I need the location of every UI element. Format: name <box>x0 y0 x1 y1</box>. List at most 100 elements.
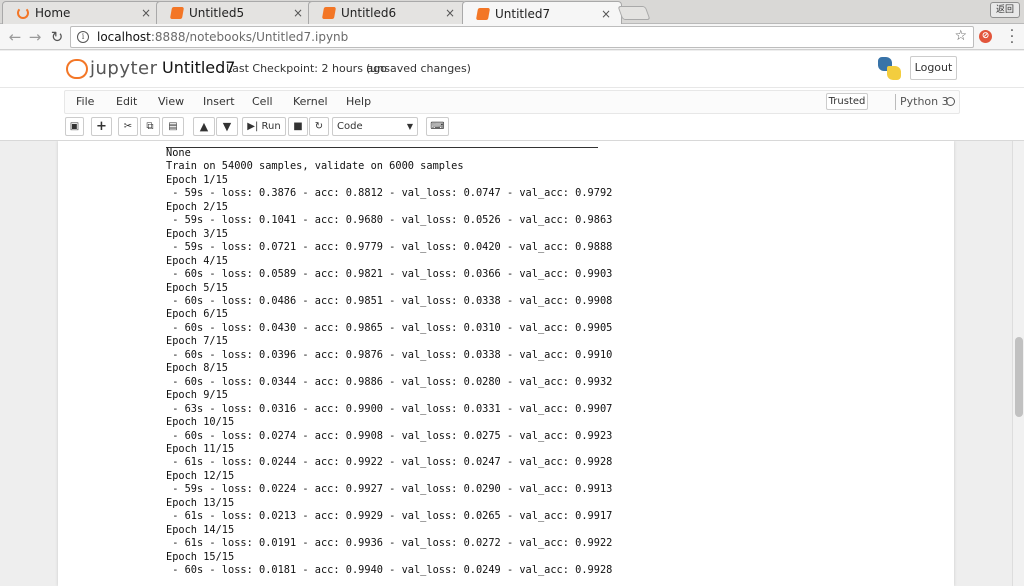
tab-label: Untitled6 <box>341 6 397 20</box>
save-icon[interactable]: ▣ <box>65 117 84 136</box>
forward-arrow-icon[interactable]: → <box>26 28 44 46</box>
jupyter-logo[interactable]: jupyter <box>66 57 158 79</box>
url-path: :8888/notebooks/Untitled7.ipynb <box>150 30 349 44</box>
notebook-toolbar: ▣ + ✂ ⧉ ▤ ▲ ▼ ▶| Run ■ ↻ Code ▼ ⌨ <box>0 114 1024 141</box>
tab-label: Home <box>35 6 71 20</box>
output-line: - 61s - loss: 0.0191 - acc: 0.9936 - val… <box>166 537 613 550</box>
new-tab-button[interactable] <box>617 6 651 20</box>
notebook-name[interactable]: Untitled7 <box>162 58 235 77</box>
kernel-divider <box>895 94 896 110</box>
menu-file[interactable]: File <box>76 95 94 108</box>
unsaved-status: (unsaved changes) <box>366 62 471 75</box>
cell-type-value: Code <box>337 121 363 132</box>
menu-bar: File Edit View Insert Cell Kernel Help T… <box>0 87 1024 114</box>
scrollbar-thumb[interactable] <box>1015 337 1023 417</box>
notebook-page: None Train on 54000 samples, validate on … <box>58 141 954 586</box>
output-line: Epoch 8/15 <box>166 362 228 375</box>
output-line: Epoch 10/15 <box>166 416 235 429</box>
output-line: Epoch 3/15 <box>166 227 228 240</box>
tab-home[interactable]: Home × <box>2 1 162 24</box>
notebook-icon <box>475 7 491 20</box>
notebook-header: jupyter Untitled7 Last Checkpoint: 2 hou… <box>0 51 1024 87</box>
cut-icon[interactable]: ✂ <box>118 117 138 136</box>
tab-label: Untitled5 <box>189 6 245 20</box>
scrollbar[interactable] <box>1012 141 1024 586</box>
extension-icon[interactable]: ⊘ <box>979 30 992 43</box>
output-line: - 60s - loss: 0.0396 - acc: 0.9876 - val… <box>166 348 613 361</box>
window-button[interactable]: 返回 <box>990 2 1020 18</box>
tab-untitled5[interactable]: Untitled5 × <box>156 1 314 24</box>
logout-button[interactable]: Logout <box>910 56 957 80</box>
output-line: - 60s - loss: 0.0344 - acc: 0.9886 - val… <box>166 375 613 388</box>
info-icon[interactable]: i <box>77 31 89 43</box>
output-line: Epoch 13/15 <box>166 496 235 509</box>
tab-close-icon[interactable]: × <box>443 6 457 20</box>
copy-icon[interactable]: ⧉ <box>140 117 160 136</box>
notebook-icon <box>169 7 185 19</box>
kernel-name: Python 3 <box>900 95 949 108</box>
output-line: Epoch 15/15 <box>166 550 235 563</box>
output-line: None <box>166 147 191 159</box>
menu-help[interactable]: Help <box>346 95 371 108</box>
insert-cell-icon[interactable]: + <box>91 117 112 136</box>
output-line: Epoch 9/15 <box>166 389 228 402</box>
menu-cell[interactable]: Cell <box>252 95 273 108</box>
run-icon: ▶| <box>247 121 259 132</box>
output-line: Epoch 14/15 <box>166 523 235 536</box>
trusted-badge[interactable]: Trusted <box>826 93 868 110</box>
menu-container: File Edit View Insert Cell Kernel Help T… <box>64 90 960 114</box>
tab-label: Untitled7 <box>495 6 551 21</box>
tab-close-icon[interactable]: × <box>291 6 305 20</box>
paste-icon[interactable]: ▤ <box>162 117 184 136</box>
output-line: - 61s - loss: 0.0213 - acc: 0.9929 - val… <box>166 510 613 523</box>
output-line: - 60s - loss: 0.0589 - acc: 0.9821 - val… <box>166 268 613 281</box>
output-line: - 60s - loss: 0.0486 - acc: 0.9851 - val… <box>166 294 613 307</box>
notebook-area: None Train on 54000 samples, validate on … <box>0 141 1012 586</box>
python-logo-icon <box>878 57 902 81</box>
tab-untitled7[interactable]: Untitled7 × <box>462 1 622 25</box>
output-line: - 60s - loss: 0.0181 - acc: 0.9940 - val… <box>166 564 613 577</box>
cell-output: None Train on 54000 samples, validate on … <box>166 147 726 578</box>
keyboard-icon[interactable]: ⌨ <box>426 117 449 136</box>
reload-icon[interactable]: ↻ <box>48 28 66 46</box>
browser-menu-icon[interactable]: · · · <box>1006 24 1018 50</box>
jupyter-logo-icon <box>66 57 88 79</box>
cell-type-select[interactable]: Code ▼ <box>332 117 418 136</box>
tab-close-icon[interactable]: × <box>139 6 153 20</box>
menu-kernel[interactable]: Kernel <box>293 95 328 108</box>
output-line: Epoch 1/15 <box>166 173 228 186</box>
output-line: Epoch 12/15 <box>166 469 235 482</box>
menu-view[interactable]: View <box>158 95 184 108</box>
stop-icon[interactable]: ■ <box>288 117 308 136</box>
bookmark-star-icon[interactable]: ☆ <box>954 28 967 44</box>
output-line: - 60s - loss: 0.0274 - acc: 0.9908 - val… <box>166 429 613 442</box>
kernel-idle-icon <box>946 97 955 106</box>
back-arrow-icon[interactable]: ← <box>6 28 24 46</box>
output-line: - 59s - loss: 0.0224 - acc: 0.9927 - val… <box>166 483 613 496</box>
run-label: Run <box>261 121 281 132</box>
checkpoint-status: Last Checkpoint: 2 hours ago <box>226 62 387 75</box>
menu-insert[interactable]: Insert <box>203 95 235 108</box>
browser-tab-strip: Home × Untitled5 × Untitled6 × Untitled7… <box>0 0 1024 25</box>
output-line: - 63s - loss: 0.0316 - acc: 0.9900 - val… <box>166 402 613 415</box>
output-line: Epoch 11/15 <box>166 442 235 455</box>
move-down-icon[interactable]: ▼ <box>216 117 238 136</box>
output-line: - 59s - loss: 0.0721 - acc: 0.9779 - val… <box>166 241 613 254</box>
output-line: Epoch 7/15 <box>166 335 228 348</box>
notebook-icon <box>321 7 337 19</box>
tab-close-icon[interactable]: × <box>599 7 613 21</box>
output-line: Train on 54000 samples, validate on 6000… <box>166 160 464 173</box>
output-line: - 61s - loss: 0.0244 - acc: 0.9922 - val… <box>166 456 613 469</box>
jupyter-home-icon <box>17 7 29 19</box>
restart-icon[interactable]: ↻ <box>309 117 329 136</box>
output-line: - 59s - loss: 0.1041 - acc: 0.9680 - val… <box>166 214 613 227</box>
browser-toolbar: ← → ↻ i localhost:8888/notebooks/Untitle… <box>0 24 1024 50</box>
output-line: Epoch 5/15 <box>166 281 228 294</box>
run-button[interactable]: ▶| Run <box>242 117 286 136</box>
address-bar[interactable]: i localhost:8888/notebooks/Untitled7.ipy… <box>70 26 974 48</box>
menu-edit[interactable]: Edit <box>116 95 137 108</box>
tab-untitled6[interactable]: Untitled6 × <box>308 1 466 24</box>
output-line: - 59s - loss: 0.3876 - acc: 0.8812 - val… <box>166 187 613 200</box>
output-line: Epoch 4/15 <box>166 254 228 267</box>
move-up-icon[interactable]: ▲ <box>193 117 215 136</box>
